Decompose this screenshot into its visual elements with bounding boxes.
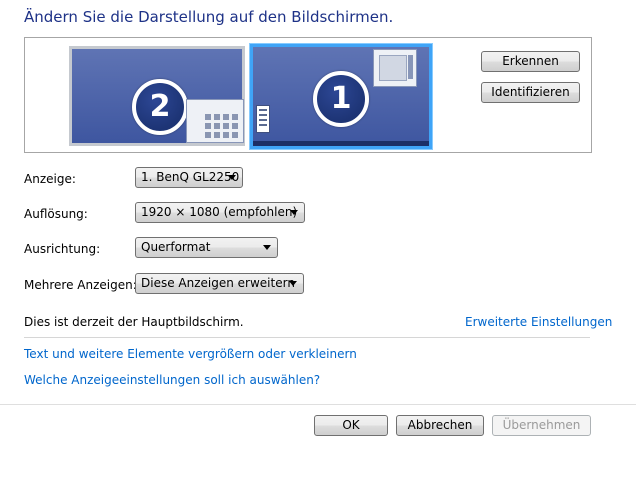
- page-title: Ändern Sie die Darstellung auf den Bilds…: [24, 8, 394, 26]
- ok-button[interactable]: OK: [314, 415, 388, 436]
- display-value: 1. BenQ GL2250: [141, 170, 240, 184]
- orientation-dropdown[interactable]: Querformat: [135, 237, 278, 258]
- cancel-button[interactable]: Abbrechen: [396, 415, 484, 436]
- monitor-2[interactable]: 2: [69, 46, 245, 146]
- orientation-label: Ausrichtung:: [24, 242, 101, 256]
- resolution-value: 1920 × 1080 (empfohlen): [141, 205, 298, 219]
- taskbar-thumbnail: [253, 141, 429, 146]
- display-label: Anzeige:: [24, 172, 76, 186]
- multiple-displays-value: Diese Anzeigen erweitern: [141, 276, 295, 290]
- apply-button[interactable]: Übernehmen: [492, 415, 591, 436]
- display-dropdown[interactable]: 1. BenQ GL2250: [135, 167, 243, 188]
- chevron-down-icon: [290, 210, 298, 215]
- sidebar-thumbnail-icon: [256, 105, 270, 133]
- text-size-link[interactable]: Text und weitere Elemente vergrößern ode…: [24, 347, 357, 361]
- window-thumbnail-icon: [373, 49, 417, 87]
- monitor-number-badge: 1: [313, 71, 369, 127]
- chevron-down-icon: [263, 245, 271, 250]
- advanced-settings-link[interactable]: Erweiterte Einstellungen: [465, 315, 612, 329]
- monitor-1[interactable]: 1: [249, 43, 433, 150]
- divider: [24, 337, 590, 338]
- orientation-value: Querformat: [141, 240, 211, 254]
- resolution-dropdown[interactable]: 1920 × 1080 (empfohlen): [135, 202, 305, 223]
- chevron-down-icon: [289, 281, 297, 286]
- multiple-displays-label: Mehrere Anzeigen:: [24, 278, 137, 292]
- identify-button[interactable]: Identifizieren: [481, 82, 580, 103]
- which-settings-link[interactable]: Welche Anzeigeeinstellungen soll ich aus…: [24, 373, 320, 387]
- multiple-displays-dropdown[interactable]: Diese Anzeigen erweitern: [135, 273, 304, 294]
- monitor-preview-area[interactable]: 2 1 Erkennen Identifizieren: [24, 37, 592, 153]
- window-thumbnail-icon: [186, 99, 244, 143]
- footer-divider: [0, 404, 636, 405]
- detect-button[interactable]: Erkennen: [481, 51, 580, 72]
- monitor-number-badge: 2: [132, 79, 188, 135]
- primary-display-status: Dies ist derzeit der Hauptbildschirm.: [24, 315, 244, 329]
- chevron-down-icon: [228, 175, 236, 180]
- resolution-label: Auflösung:: [24, 207, 88, 221]
